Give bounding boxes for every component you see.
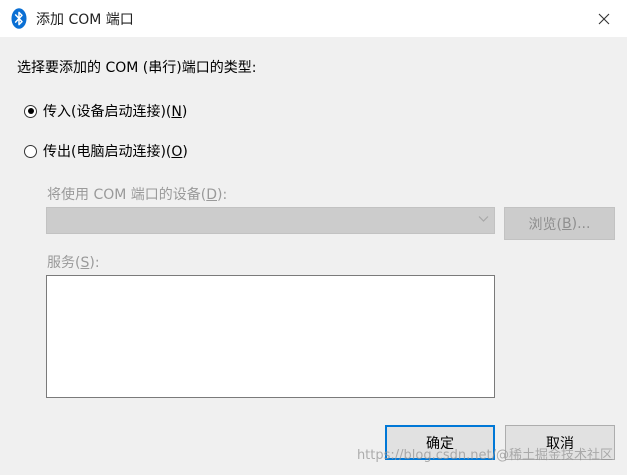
title-bar: 添加 COM 端口	[0, 0, 627, 37]
window-title: 添加 COM 端口	[36, 12, 134, 28]
dialog-body: 选择要添加的 COM (串行)端口的类型: 传入(设备启动连接)(N) 传出(电…	[0, 37, 627, 475]
device-select[interactable]	[46, 207, 495, 234]
incoming-label: 传入(设备启动连接)(N)	[43, 104, 188, 120]
outgoing-label: 传出(电脑启动连接)(O)	[43, 144, 188, 160]
ok-button[interactable]: 确定	[385, 425, 495, 460]
close-icon	[598, 13, 610, 24]
type-prompt: 选择要添加的 COM (串行)端口的类型:	[17, 60, 257, 76]
incoming-radio-option[interactable]: 传入(设备启动连接)(N)	[24, 101, 187, 121]
close-button[interactable]	[581, 0, 627, 37]
incoming-radio[interactable]	[24, 104, 37, 118]
service-list[interactable]	[46, 275, 495, 398]
device-label: 将使用 COM 端口的设备(D):	[47, 187, 228, 203]
outgoing-radio[interactable]	[24, 144, 37, 158]
outgoing-radio-option[interactable]: 传出(电脑启动连接)(O)	[24, 141, 188, 161]
chevron-down-icon	[478, 216, 489, 222]
service-label: 服务(S):	[47, 255, 100, 271]
cancel-button[interactable]: 取消	[505, 425, 615, 460]
browse-button[interactable]: 浏览(B)...	[504, 207, 615, 240]
bluetooth-icon	[11, 8, 27, 29]
